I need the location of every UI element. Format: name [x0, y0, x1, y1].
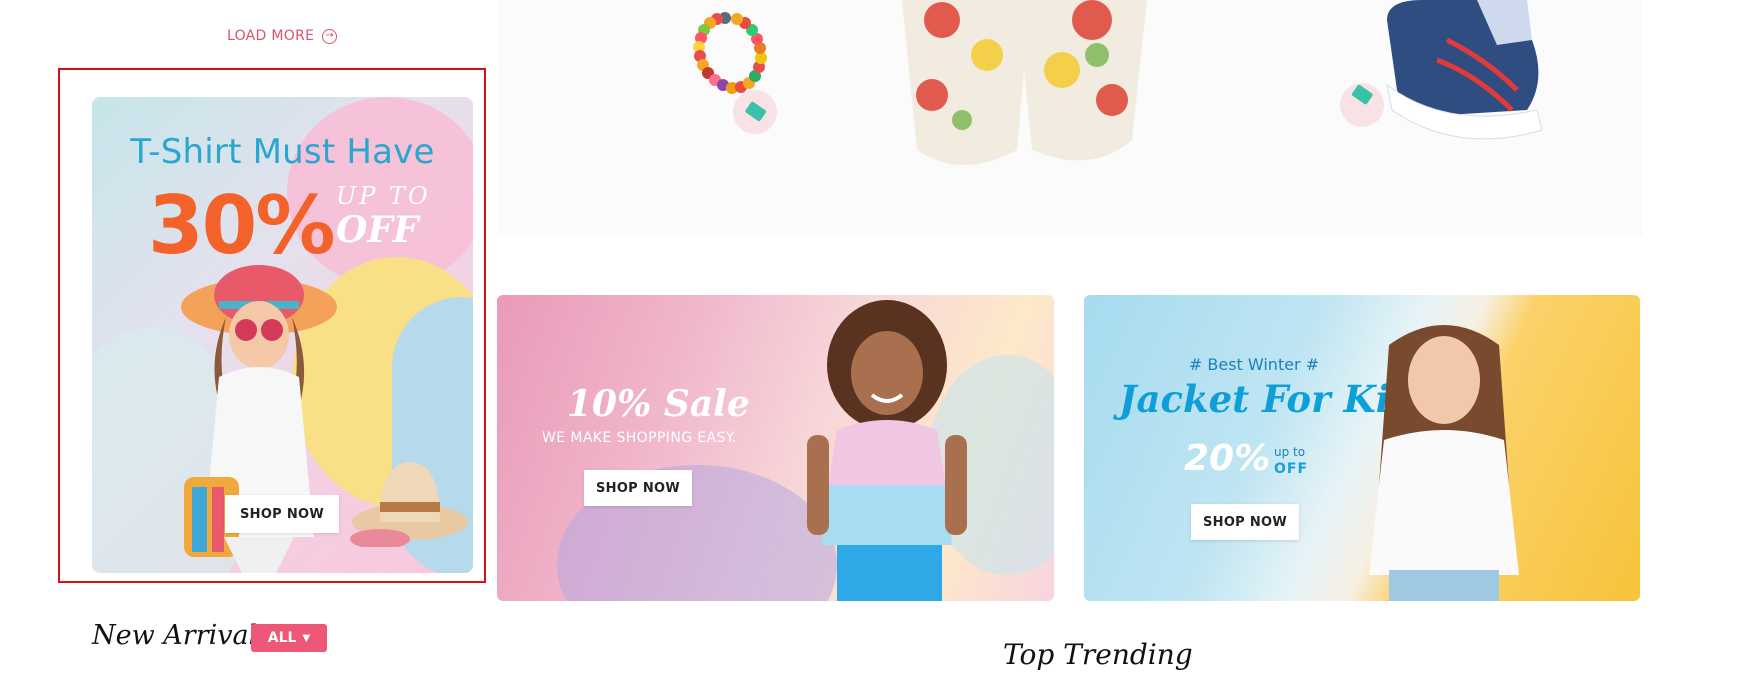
promo-off: OFF — [336, 209, 419, 251]
banner-winter-up-to: up to — [1274, 445, 1306, 459]
promo-heading: T-Shirt Must Have — [130, 132, 435, 172]
shop-now-label: SHOP NOW — [1202, 514, 1288, 530]
shop-now-label: SHOP NOW — [239, 506, 325, 522]
banner-sale[interactable]: 10% Sale WE MAKE SHOPPING EASY. SHOP NOW — [497, 295, 1054, 601]
banner-sale-subtitle: WE MAKE SHOPPING EASY. — [542, 430, 737, 446]
caret-down-icon: ▼ — [302, 632, 311, 644]
banner-winter-off: OFF — [1274, 461, 1309, 477]
load-more-label: LOAD MORE — [227, 28, 315, 44]
sneakers-image — [1340, 0, 1543, 140]
banner-sale-title: 10% Sale — [567, 383, 750, 425]
new-arrivals-heading: New Arrivals — [92, 620, 272, 651]
banner-winter-discount: 20% — [1184, 438, 1271, 479]
promo-card-tshirt[interactable]: T-Shirt Must Have 30% UP TO OFF SHOP NOW — [92, 97, 473, 573]
shop-now-button[interactable]: SHOP NOW — [225, 495, 339, 533]
arrow-right-circle-icon: → — [322, 28, 338, 44]
promo-up-to: UP TO — [336, 182, 431, 210]
banner-winter[interactable]: # Best Winter # Jacket For Kids 20% up t… — [1084, 295, 1640, 601]
straw-hat-image — [350, 462, 468, 547]
girl-in-white-tshirt-image — [1369, 325, 1519, 601]
filter-all-label: ALL — [267, 630, 297, 646]
top-trending-heading: Top Trending — [1003, 638, 1193, 671]
shop-now-button[interactable]: SHOP NOW — [584, 470, 692, 506]
filter-all-dropdown[interactable]: ALL ▼ — [251, 624, 327, 652]
product-image-strip — [497, 0, 1643, 236]
shop-now-button[interactable]: SHOP NOW — [1191, 504, 1299, 540]
shop-now-label: SHOP NOW — [595, 480, 681, 496]
smiling-girl-image — [807, 300, 967, 601]
load-more-button[interactable]: LOAD MORE → — [227, 28, 338, 44]
floral-shorts-image — [902, 0, 1147, 165]
necklace-icon — [693, 12, 777, 134]
